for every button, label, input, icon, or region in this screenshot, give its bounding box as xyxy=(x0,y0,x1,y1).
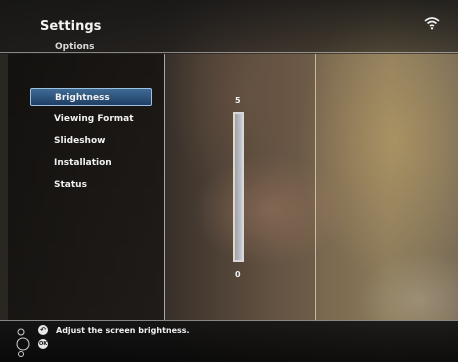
slider-max-label: 5 xyxy=(235,96,241,105)
slider-min-label: 0 xyxy=(235,270,241,279)
wifi-icon xyxy=(424,17,440,30)
header-bar: Settings Options xyxy=(0,0,458,54)
back-button-icon: ↶ xyxy=(38,325,48,335)
navigation-pad-icon xyxy=(16,328,30,357)
photo-frame-screen: Settings Options Brightness Viewing Form… xyxy=(0,0,458,362)
menu-item-label: Status xyxy=(54,180,87,190)
header-divider xyxy=(0,52,458,53)
ok-button-icon: OK xyxy=(38,339,48,349)
menu-item-viewing-format[interactable]: Viewing Format xyxy=(30,110,152,128)
menu-item-slideshow[interactable]: Slideshow xyxy=(30,132,152,150)
menu-item-status[interactable]: Status xyxy=(30,176,152,194)
menu-item-brightness[interactable]: Brightness xyxy=(30,88,152,106)
menu-item-label: Installation xyxy=(54,158,112,168)
page-subtitle: Options xyxy=(55,42,95,52)
help-text: Adjust the screen brightness. xyxy=(56,326,190,335)
menu-item-label: Viewing Format xyxy=(54,114,134,124)
brightness-slider-fill xyxy=(235,114,242,260)
footer-divider xyxy=(0,320,458,321)
menu-item-label: Slideshow xyxy=(54,136,106,146)
page-title: Settings xyxy=(40,19,102,34)
column-divider-right xyxy=(315,54,316,320)
brightness-slider[interactable] xyxy=(233,112,244,262)
menu-item-installation[interactable]: Installation xyxy=(30,154,152,172)
menu-item-label: Brightness xyxy=(55,93,110,103)
